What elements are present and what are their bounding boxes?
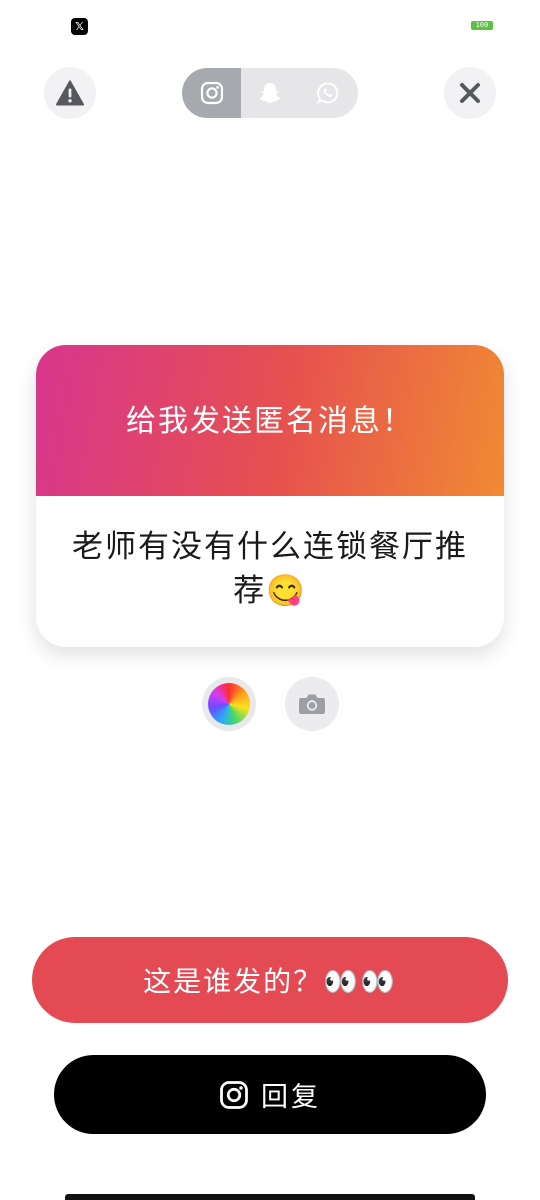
platform-switcher [182,68,358,118]
close-button[interactable] [444,67,496,119]
warning-icon [56,80,84,106]
message-text: 老师有没有什么连锁餐厅推荐😋 [72,528,468,609]
reply-button[interactable]: 回复 [54,1055,486,1134]
card-title: 给我发送匿名消息！ [126,403,414,439]
instagram-icon [200,81,223,105]
x-app-icon: 𝕏 [71,18,88,35]
snapchat-icon [259,83,281,103]
instagram-icon [220,1080,248,1109]
tab-whatsapp[interactable] [299,68,357,118]
battery-indicator: 100 [471,21,493,30]
who-sent-button[interactable]: 这是谁发的？👀👀 [32,937,508,1023]
tab-instagram[interactable] [182,68,241,118]
reply-label: 回复 [261,1082,321,1113]
card-header: 给我发送匿名消息！ [36,345,504,496]
camera-icon [299,694,325,714]
who-sent-label: 这是谁发的？👀👀 [143,965,397,998]
close-icon [460,83,480,103]
camera-button[interactable] [285,677,339,731]
status-bar: 𝕏 100 [0,0,540,48]
message-card: 给我发送匿名消息！ 老师有没有什么连锁餐厅推荐😋 [36,345,504,647]
card-body: 老师有没有什么连锁餐厅推荐😋 [36,496,504,647]
home-indicator [65,1194,475,1200]
report-button[interactable] [44,67,96,119]
color-wheel-icon [208,683,250,725]
color-picker-button[interactable] [202,677,256,731]
tab-snapchat[interactable] [241,68,299,118]
whatsapp-icon [316,82,339,105]
